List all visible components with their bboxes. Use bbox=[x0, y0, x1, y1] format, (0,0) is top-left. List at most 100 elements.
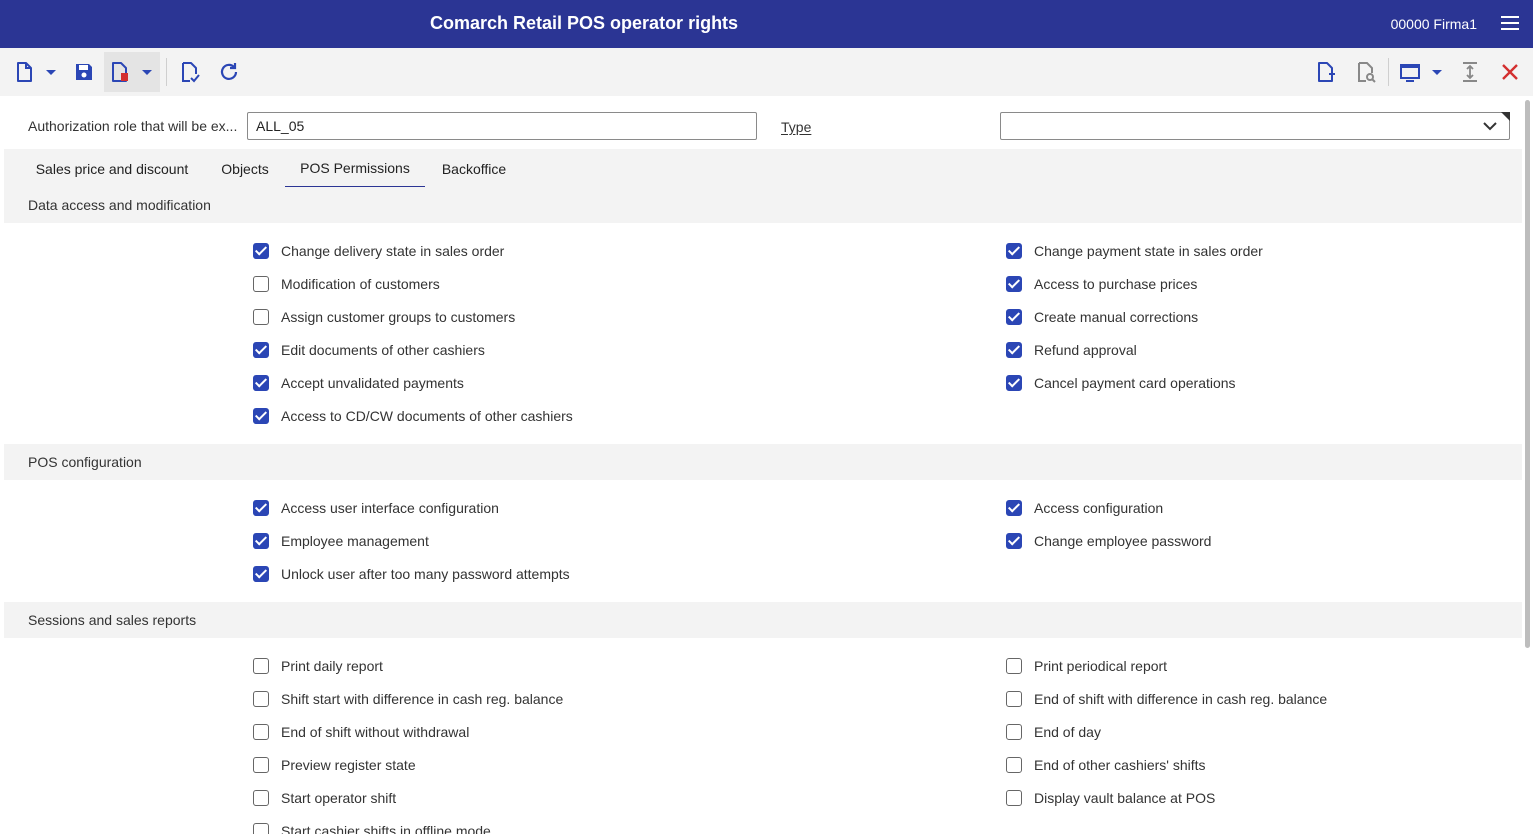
permission-checkbox-row[interactable]: Start operator shift bbox=[253, 787, 396, 809]
delete-document-icon[interactable] bbox=[108, 60, 132, 84]
checkbox-unchecked[interactable] bbox=[253, 309, 269, 325]
permission-label[interactable]: Modification of customers bbox=[281, 276, 440, 292]
permission-checkbox-row[interactable]: Modification of customers bbox=[253, 273, 440, 295]
permission-label[interactable]: Preview register state bbox=[281, 757, 416, 773]
checkbox-unchecked[interactable] bbox=[253, 823, 269, 834]
new-document-dropdown-icon[interactable] bbox=[44, 62, 58, 82]
vertical-scrollbar[interactable] bbox=[1522, 96, 1533, 834]
permission-label[interactable]: End of shift with difference in cash reg… bbox=[1034, 691, 1327, 707]
permission-label[interactable]: Print daily report bbox=[281, 658, 383, 674]
checkbox-unchecked[interactable] bbox=[1006, 757, 1022, 773]
checkbox-unchecked[interactable] bbox=[1006, 691, 1022, 707]
permission-checkbox-row[interactable]: Start cashier shifts in offline mode bbox=[253, 820, 491, 834]
checkbox-unchecked[interactable] bbox=[253, 276, 269, 292]
permission-checkbox-row[interactable]: Assign customer groups to customers bbox=[253, 306, 515, 328]
delete-document-dropdown-icon[interactable] bbox=[140, 62, 154, 82]
hamburger-menu-icon[interactable] bbox=[1501, 16, 1519, 30]
checkbox-checked[interactable] bbox=[1006, 276, 1022, 292]
checkbox-unchecked[interactable] bbox=[253, 757, 269, 773]
permission-checkbox-row[interactable]: Unlock user after too many password atte… bbox=[253, 563, 570, 585]
permission-label[interactable]: End of other cashiers' shifts bbox=[1034, 757, 1206, 773]
checkbox-unchecked[interactable] bbox=[1006, 724, 1022, 740]
permission-checkbox-row[interactable]: Shift start with difference in cash reg.… bbox=[253, 688, 563, 710]
permission-checkbox-row[interactable]: Accept unvalidated payments bbox=[253, 372, 464, 394]
permission-checkbox-row[interactable]: Print periodical report bbox=[1006, 655, 1167, 677]
permission-checkbox-row[interactable]: End of other cashiers' shifts bbox=[1006, 754, 1206, 776]
checkbox-checked[interactable] bbox=[253, 342, 269, 358]
collapse-icon[interactable] bbox=[1458, 60, 1482, 84]
checkbox-checked[interactable] bbox=[253, 533, 269, 549]
permission-label[interactable]: Change payment state in sales order bbox=[1034, 243, 1263, 259]
permission-label[interactable]: End of shift without withdrawal bbox=[281, 724, 469, 740]
permission-label[interactable]: Print periodical report bbox=[1034, 658, 1167, 674]
permission-label[interactable]: Access to purchase prices bbox=[1034, 276, 1197, 292]
window-layout-icon[interactable] bbox=[1398, 60, 1422, 84]
permission-checkbox-row[interactable]: Change delivery state in sales order bbox=[253, 240, 504, 262]
permission-checkbox-row[interactable]: Print daily report bbox=[253, 655, 383, 677]
checkbox-unchecked[interactable] bbox=[253, 790, 269, 806]
permission-label[interactable]: Employee management bbox=[281, 533, 429, 549]
permission-label[interactable]: Shift start with difference in cash reg.… bbox=[281, 691, 563, 707]
permission-label[interactable]: Assign customer groups to customers bbox=[281, 309, 515, 325]
permission-checkbox-row[interactable]: Refund approval bbox=[1006, 339, 1137, 361]
add-document-icon[interactable] bbox=[1314, 60, 1338, 84]
permission-checkbox-row[interactable]: Preview register state bbox=[253, 754, 416, 776]
permission-checkbox-row[interactable]: Access configuration bbox=[1006, 497, 1163, 519]
permission-label[interactable]: Access configuration bbox=[1034, 500, 1163, 516]
new-document-icon[interactable] bbox=[12, 60, 36, 84]
checkbox-checked[interactable] bbox=[253, 375, 269, 391]
permission-label[interactable]: Create manual corrections bbox=[1034, 309, 1198, 325]
save-icon[interactable] bbox=[72, 60, 96, 84]
permission-label[interactable]: Start cashier shifts in offline mode bbox=[281, 823, 491, 834]
tab-objects[interactable]: Objects bbox=[211, 149, 279, 189]
checkbox-checked[interactable] bbox=[1006, 243, 1022, 259]
permission-checkbox-row[interactable]: End of shift without withdrawal bbox=[253, 721, 469, 743]
checkbox-checked[interactable] bbox=[1006, 375, 1022, 391]
permission-label[interactable]: Start operator shift bbox=[281, 790, 396, 806]
checkbox-checked[interactable] bbox=[1006, 309, 1022, 325]
permission-label[interactable]: Accept unvalidated payments bbox=[281, 375, 464, 391]
checkbox-checked[interactable] bbox=[1006, 342, 1022, 358]
validate-document-icon[interactable] bbox=[178, 60, 202, 84]
checkbox-unchecked[interactable] bbox=[1006, 790, 1022, 806]
permission-label[interactable]: Change delivery state in sales order bbox=[281, 243, 504, 259]
permission-checkbox-row[interactable]: Access to purchase prices bbox=[1006, 273, 1197, 295]
permission-checkbox-row[interactable]: Create manual corrections bbox=[1006, 306, 1198, 328]
permission-label[interactable]: Refund approval bbox=[1034, 342, 1137, 358]
permission-label[interactable]: End of day bbox=[1034, 724, 1101, 740]
scrollbar-thumb[interactable] bbox=[1525, 100, 1530, 648]
checkbox-unchecked[interactable] bbox=[253, 691, 269, 707]
refresh-icon[interactable] bbox=[217, 60, 241, 84]
close-icon[interactable] bbox=[1498, 60, 1522, 84]
permission-label[interactable]: Access user interface configuration bbox=[281, 500, 499, 516]
checkbox-checked[interactable] bbox=[253, 408, 269, 424]
permission-checkbox-row[interactable]: Change employee password bbox=[1006, 530, 1211, 552]
permission-checkbox-row[interactable]: Edit documents of other cashiers bbox=[253, 339, 485, 361]
permission-checkbox-row[interactable]: End of shift with difference in cash reg… bbox=[1006, 688, 1327, 710]
tab-sales-price-and-discount[interactable]: Sales price and discount bbox=[26, 149, 198, 189]
tab-pos-permissions[interactable]: POS Permissions bbox=[285, 149, 425, 189]
permission-label[interactable]: Display vault balance at POS bbox=[1034, 790, 1215, 806]
permission-checkbox-row[interactable]: Access user interface configuration bbox=[253, 497, 499, 519]
permission-checkbox-row[interactable]: Display vault balance at POS bbox=[1006, 787, 1215, 809]
permission-checkbox-row[interactable]: Change payment state in sales order bbox=[1006, 240, 1263, 262]
checkbox-checked[interactable] bbox=[1006, 533, 1022, 549]
permission-checkbox-row[interactable]: End of day bbox=[1006, 721, 1101, 743]
permission-checkbox-row[interactable]: Employee management bbox=[253, 530, 429, 552]
checkbox-checked[interactable] bbox=[253, 500, 269, 516]
permission-checkbox-row[interactable]: Access to CD/CW documents of other cashi… bbox=[253, 405, 573, 427]
checkbox-unchecked[interactable] bbox=[253, 658, 269, 674]
permission-checkbox-row[interactable]: Cancel payment card operations bbox=[1006, 372, 1236, 394]
authorization-role-input[interactable] bbox=[247, 112, 757, 140]
permission-label[interactable]: Unlock user after too many password atte… bbox=[281, 566, 570, 582]
permission-label[interactable]: Access to CD/CW documents of other cashi… bbox=[281, 408, 573, 424]
checkbox-checked[interactable] bbox=[253, 243, 269, 259]
tab-backoffice[interactable]: Backoffice bbox=[431, 149, 517, 189]
checkbox-checked[interactable] bbox=[1006, 500, 1022, 516]
permission-label[interactable]: Cancel payment card operations bbox=[1034, 375, 1236, 391]
type-select[interactable] bbox=[1000, 112, 1510, 140]
company-name[interactable]: 00000 Firma1 bbox=[1391, 16, 1477, 32]
checkbox-unchecked[interactable] bbox=[253, 724, 269, 740]
permission-label[interactable]: Edit documents of other cashiers bbox=[281, 342, 485, 358]
checkbox-checked[interactable] bbox=[253, 566, 269, 582]
